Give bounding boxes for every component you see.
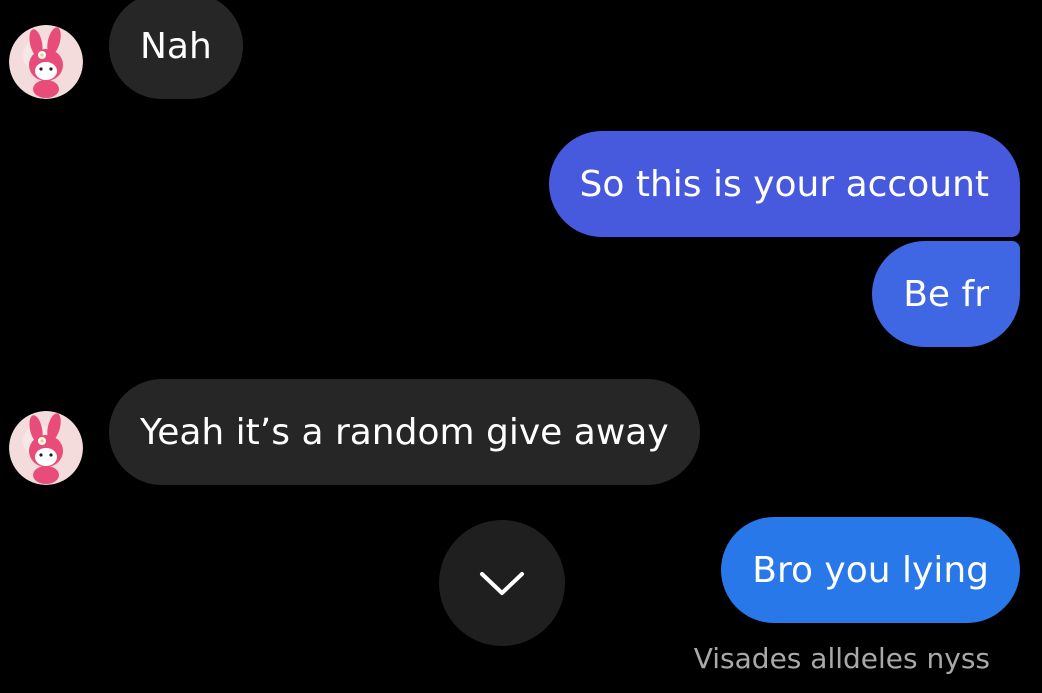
contact-avatar[interactable] (9, 411, 83, 485)
message-bubble-sent[interactable]: Bro you lying (721, 517, 1020, 623)
chevron-down-icon (480, 572, 524, 595)
message-text: Nah (140, 25, 212, 67)
message-text: Yeah it’s a random give away (140, 411, 669, 453)
my-melody-avatar-icon (9, 411, 83, 485)
my-melody-avatar-icon (9, 25, 83, 99)
message-text: So this is your account (579, 163, 989, 205)
message-bubble-sent[interactable]: Be fr (872, 241, 1020, 347)
message-text: Be fr (903, 273, 989, 315)
contact-avatar[interactable] (9, 25, 83, 99)
scroll-to-bottom-button[interactable] (439, 520, 565, 646)
message-text: Bro you lying (752, 549, 989, 591)
message-bubble-received[interactable]: Yeah it’s a random give away (109, 379, 700, 485)
seen-status: Visades alldeles nyss (693, 642, 990, 675)
message-bubble-sent[interactable]: So this is your account (548, 131, 1020, 237)
message-bubble-received[interactable]: Nah (109, 0, 243, 99)
